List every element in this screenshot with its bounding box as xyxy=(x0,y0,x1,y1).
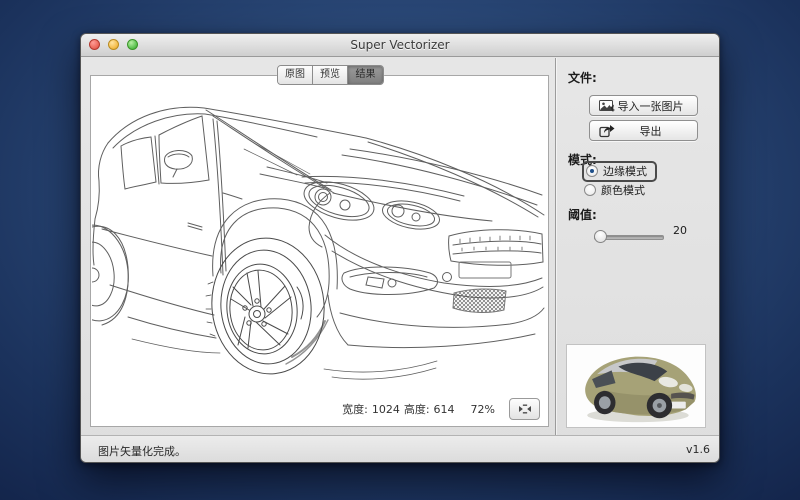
window-titlebar[interactable]: Super Vectorizer xyxy=(81,34,719,57)
sidebar-separator xyxy=(555,58,556,438)
zoom-percent: 72% xyxy=(471,403,495,416)
width-label: 宽度: xyxy=(342,401,368,417)
view-tabs: 原图 预览 结果 xyxy=(277,65,384,85)
radio-unselected-icon xyxy=(584,184,596,196)
height-value: 614 xyxy=(434,403,455,416)
threshold-section-label: 阈值: xyxy=(568,206,597,223)
status-message: 图片矢量化完成。 xyxy=(98,443,186,459)
window-title: Super Vectorizer xyxy=(81,38,719,52)
file-section-label: 文件: xyxy=(568,69,597,86)
add-image-icon xyxy=(599,99,615,113)
result-canvas[interactable]: 宽度: 1024 高度: 614 72% xyxy=(90,75,549,427)
tab-preview[interactable]: 预览 xyxy=(313,66,348,84)
width-value: 1024 xyxy=(372,403,400,416)
slider-knob[interactable] xyxy=(594,230,607,243)
threshold-slider[interactable] xyxy=(594,230,664,243)
status-bar: 图片矢量化完成。 v1.6 xyxy=(81,435,719,462)
image-dimension-readout: 宽度: 1024 高度: 614 72% xyxy=(342,398,540,420)
edge-mode-label: 边缘模式 xyxy=(603,163,647,179)
fit-to-window-button[interactable] xyxy=(509,398,540,420)
tab-original[interactable]: 原图 xyxy=(278,66,313,84)
original-car-photo xyxy=(567,345,705,427)
height-label: 高度: xyxy=(404,401,430,417)
export-arrow-icon xyxy=(599,124,615,138)
desktop-background: Super Vectorizer 原图 预览 结果 xyxy=(0,0,800,500)
export-button[interactable]: 导出 xyxy=(589,120,698,141)
fit-to-window-icon xyxy=(517,403,533,415)
tab-result[interactable]: 结果 xyxy=(348,66,383,84)
app-version: v1.6 xyxy=(686,443,710,456)
radio-selected-icon xyxy=(586,165,598,177)
color-mode-radio[interactable]: 颜色模式 xyxy=(584,182,645,198)
app-window: Super Vectorizer 原图 预览 结果 xyxy=(80,33,720,463)
original-image-thumbnail xyxy=(566,344,706,428)
color-mode-label: 颜色模式 xyxy=(601,182,645,198)
vectorized-car-drawing xyxy=(92,77,547,418)
threshold-value: 20 xyxy=(673,224,687,237)
import-image-button[interactable]: 导入一张图片 xyxy=(589,95,698,116)
edge-mode-radio[interactable]: 边缘模式 xyxy=(582,161,657,182)
